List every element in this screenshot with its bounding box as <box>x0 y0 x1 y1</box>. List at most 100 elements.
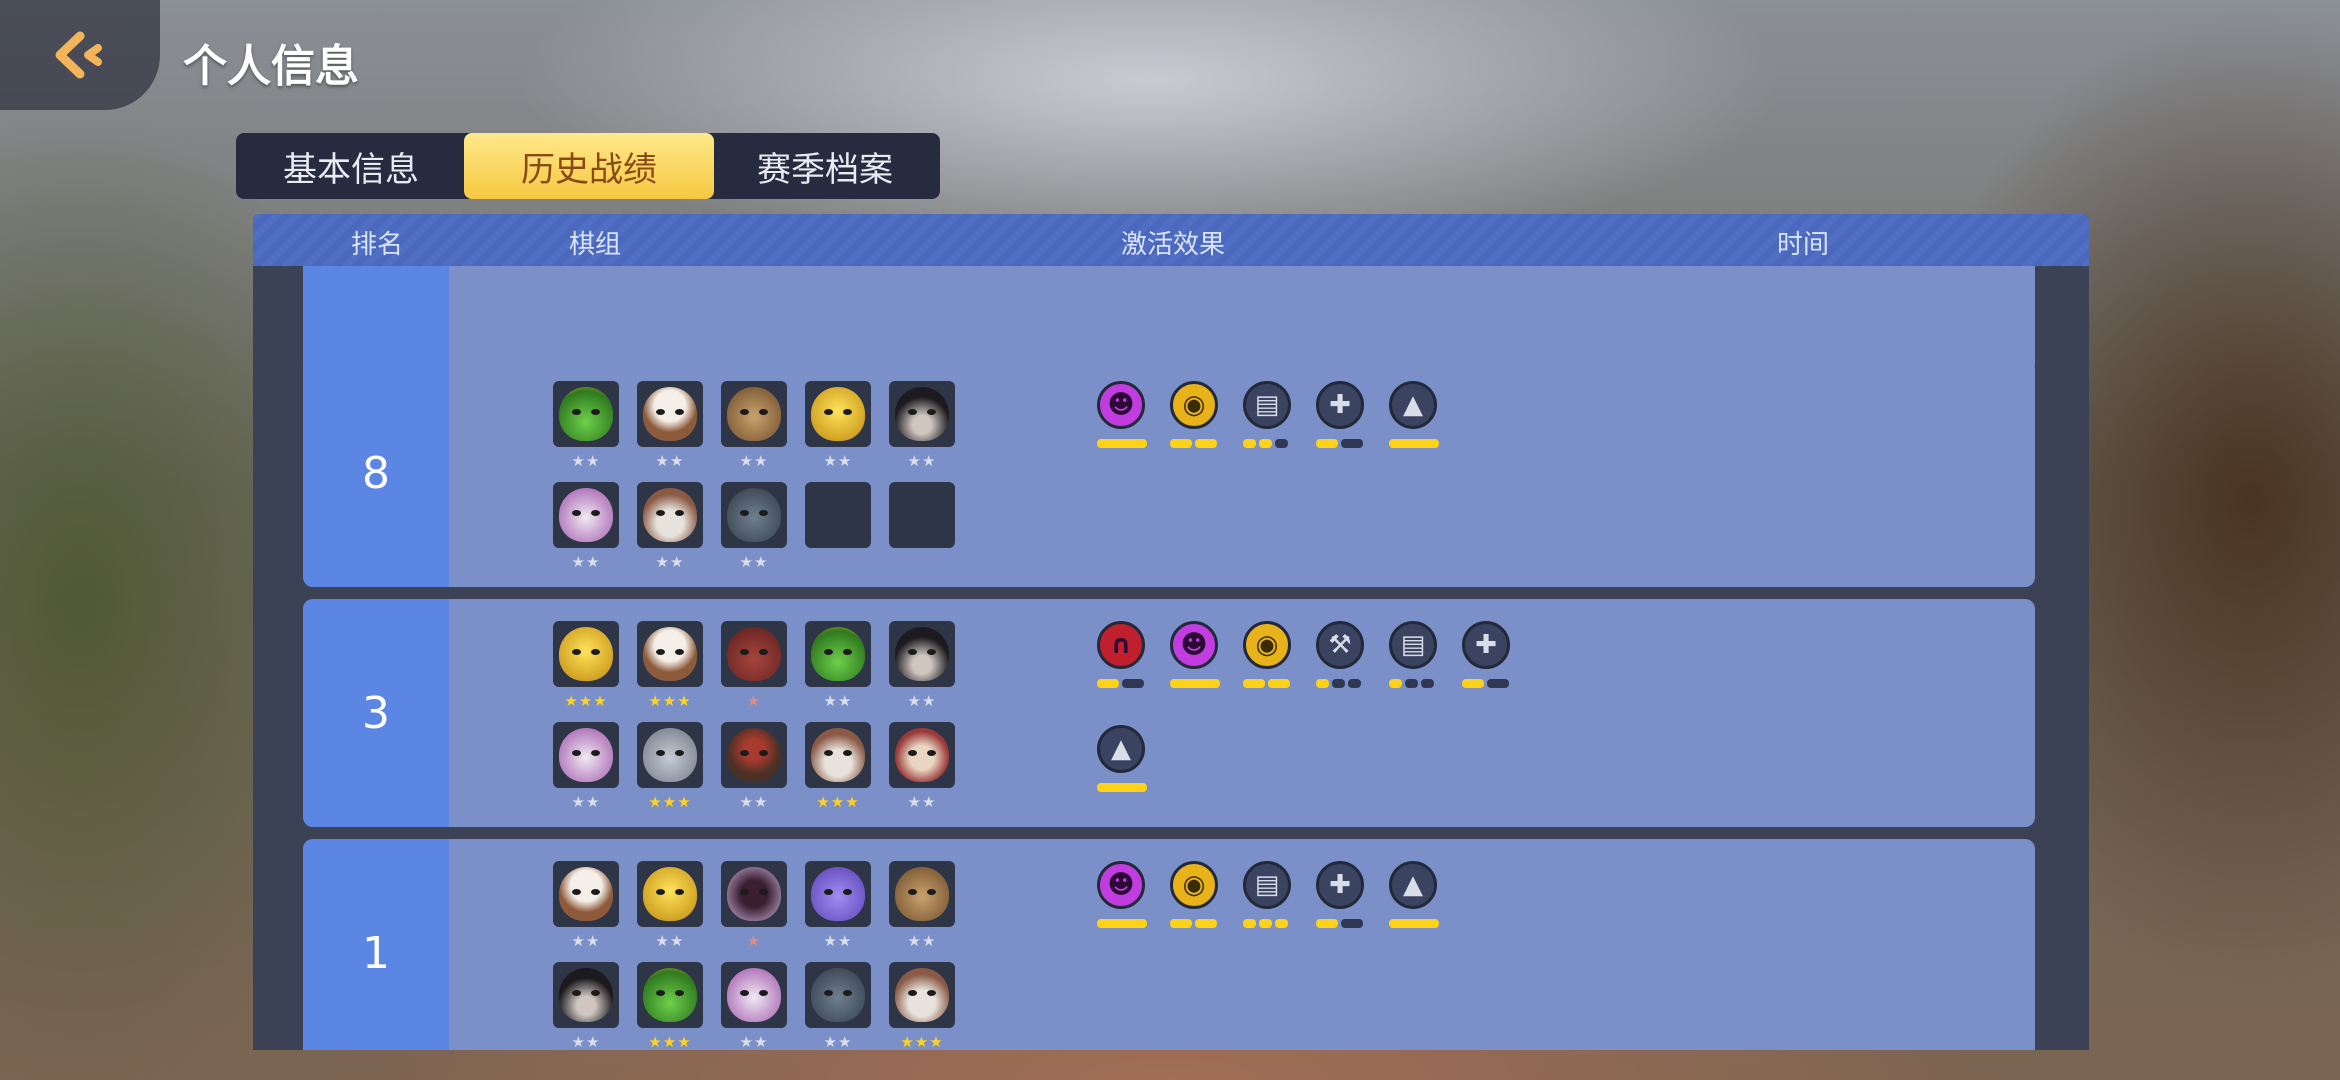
column-lineup: 棋组 <box>569 230 622 260</box>
effect-badge[interactable]: ✚ <box>1312 381 1368 453</box>
back-button[interactable] <box>0 0 160 110</box>
unit-slot[interactable]: ★★ <box>889 861 955 949</box>
dark-hair-portrait <box>553 962 619 1028</box>
unit-slot[interactable]: ★★ <box>721 962 787 1050</box>
tab-season-archive[interactable]: 赛季档案 <box>714 133 936 199</box>
effect-badge[interactable]: ◉ <box>1166 381 1222 453</box>
unit-slot[interactable]: ★ <box>721 621 787 709</box>
back-arrow-icon <box>55 31 102 79</box>
green-frog-king-icon <box>643 968 697 1022</box>
effect-level-bar <box>1389 919 1439 928</box>
pirate-beard-portrait <box>721 722 787 788</box>
axe-icon: ⚒ <box>1316 621 1364 669</box>
effect-badge[interactable]: ▤ <box>1239 861 1295 933</box>
star-rating: ★★ <box>823 692 853 710</box>
golden-helm-icon <box>559 627 613 681</box>
effect-badge[interactable]: ✚ <box>1458 621 1514 693</box>
purple-elf-portrait <box>805 861 871 927</box>
unit-slot[interactable]: ★★ <box>721 381 787 469</box>
stone-golem-portrait <box>805 962 871 1028</box>
unit-slot[interactable]: ★★ <box>805 861 871 949</box>
golden-helm-portrait <box>637 861 703 927</box>
unit-slot[interactable] <box>889 482 955 548</box>
effect-level-bar <box>1097 439 1147 448</box>
white-beard-icon <box>811 728 865 782</box>
effect-badge[interactable]: ▲ <box>1385 381 1441 453</box>
unit-slot[interactable]: ★★ <box>637 861 703 949</box>
effect-level-bar <box>1170 439 1217 448</box>
rank-cell: 8 <box>303 359 449 587</box>
star-rating: ★★ <box>571 932 601 950</box>
unit-slot[interactable]: ★★★ <box>637 962 703 1050</box>
unit-slot[interactable]: ★★ <box>721 722 787 810</box>
unit-slot[interactable]: ★★ <box>553 381 619 469</box>
effect-badge[interactable]: ◉ <box>1239 621 1295 693</box>
history-row[interactable]: 8 ★★ ★★ ★★ ★★ ★★ ★★ ★★ ★★ ☻ ◉ ▤ ✚ ▲ 单人排位模式05-04 14:20 <box>303 359 2035 587</box>
effect-badge[interactable]: ☻ <box>1093 381 1149 453</box>
history-row[interactable]: ★★★★★★★★★★★ <box>303 266 2035 374</box>
rune-icon: ◉ <box>1170 861 1218 909</box>
effect-level-bar <box>1097 679 1144 688</box>
star-rating: ★★ <box>655 932 685 950</box>
unit-slot[interactable]: ★★★ <box>637 621 703 709</box>
unit-slot[interactable]: ★★ <box>889 621 955 709</box>
white-mask-portrait <box>721 962 787 1028</box>
star-rating: ★★★ <box>648 692 692 710</box>
effect-badge[interactable]: ◉ <box>1166 861 1222 933</box>
white-beard-icon <box>895 968 949 1022</box>
effect-badge[interactable]: ▲ <box>1385 861 1441 933</box>
unit-slot[interactable]: ★★ <box>721 482 787 570</box>
unit-slot[interactable]: ★★ <box>805 381 871 469</box>
unit-slot[interactable]: ★ <box>721 861 787 949</box>
unit-slot[interactable]: ★★ <box>889 722 955 810</box>
effect-level-bar <box>1316 919 1363 928</box>
golden-helm-icon <box>643 867 697 921</box>
demon-icon: ☻ <box>1097 861 1145 909</box>
effect-badge[interactable]: ▲ <box>1093 725 1149 797</box>
history-row[interactable]: 1★★★★★★★★★★★★★★★★★★★★★☻◉▤✚▲单人排位模式05-03 2… <box>303 839 2035 1050</box>
horseshoe-icon: ∩ <box>1097 621 1145 669</box>
unit-slot[interactable]: ★★ <box>805 962 871 1050</box>
history-list[interactable]: ★★★★★★★★★★★8★★★★★★★★★★★★★★★★☻◉▤✚▲单人排位模式0… <box>253 266 2089 1050</box>
rank-cell <box>303 266 449 374</box>
effect-badge[interactable]: ☻ <box>1093 861 1149 933</box>
star-rating: ★★ <box>739 1033 769 1050</box>
effect-level-bar <box>1243 679 1290 688</box>
effect-badge[interactable]: ▤ <box>1239 381 1295 453</box>
unit-slot[interactable]: ★★ <box>553 482 619 570</box>
table-header: 排名 棋组 激活效果 时间 <box>253 214 2089 266</box>
effect-badge[interactable]: ∩ <box>1093 621 1149 693</box>
unit-slot[interactable]: ★★ <box>889 381 955 469</box>
rank-cell: 3 <box>303 599 449 827</box>
unit-slot[interactable]: ★★ <box>553 722 619 810</box>
effect-level-bar <box>1243 439 1288 448</box>
effect-badge[interactable]: ▤ <box>1385 621 1441 693</box>
star-rating: ★★ <box>823 932 853 950</box>
unit-slot[interactable]: ★★★ <box>637 722 703 810</box>
unit-slot[interactable]: ★★ <box>553 861 619 949</box>
effect-badge[interactable]: ☻ <box>1166 621 1222 693</box>
unit-slot[interactable]: ★★★ <box>889 962 955 1050</box>
unit-slot[interactable] <box>805 482 871 548</box>
unit-slot[interactable]: ★★★ <box>553 621 619 709</box>
white-beard-portrait <box>889 962 955 1028</box>
match-time: 05-04 09:03 <box>1963 717 2035 747</box>
history-row[interactable]: 3★★★★★★★★★★★★★★★★★★★★★★★∩☻◉⚒▤✚▲三倍快乐模式05-… <box>303 599 2035 827</box>
star-rating: ★★ <box>739 452 769 470</box>
turban-merchant-icon <box>643 627 697 681</box>
tab-match-history[interactable]: 历史战绩 <box>464 133 714 199</box>
white-mask-icon <box>559 488 613 542</box>
effect-level-bar <box>1243 919 1288 928</box>
white-mask-portrait <box>553 722 619 788</box>
unit-slot[interactable]: ★★ <box>637 381 703 469</box>
unit-slot[interactable]: ★★★ <box>805 722 871 810</box>
dark-hair-icon <box>895 387 949 441</box>
unit-slot[interactable]: ★★ <box>805 621 871 709</box>
effect-badge[interactable]: ✚ <box>1312 861 1368 933</box>
tab-basic-info[interactable]: 基本信息 <box>238 133 464 199</box>
white-mask-icon <box>559 728 613 782</box>
unit-slot[interactable]: ★★ <box>637 482 703 570</box>
turban-merchant-portrait <box>637 381 703 447</box>
unit-slot[interactable]: ★★ <box>553 962 619 1050</box>
effect-badge[interactable]: ⚒ <box>1312 621 1368 693</box>
